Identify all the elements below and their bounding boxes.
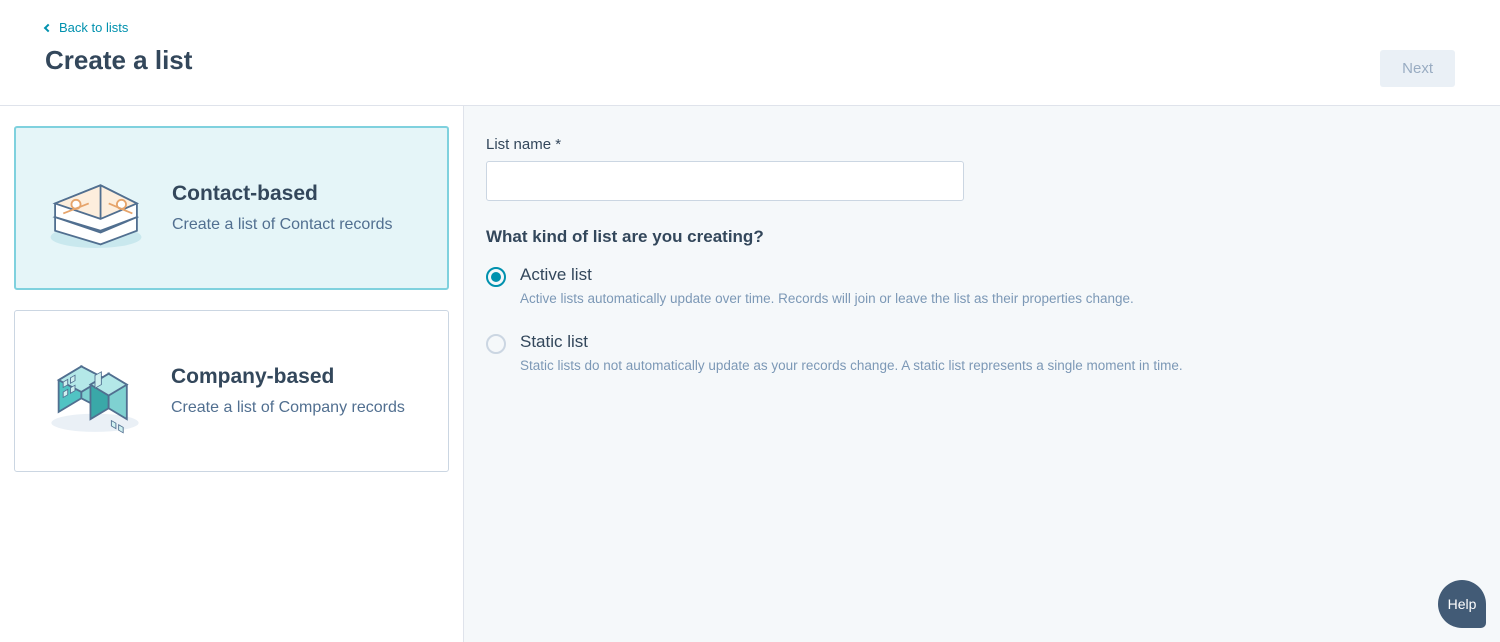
static-list-radio[interactable]: Static list Static lists do not automati… xyxy=(486,332,1478,373)
active-list-label: Active list xyxy=(520,265,1134,285)
back-link-label: Back to lists xyxy=(59,20,128,35)
main-content: Contact-based Create a list of Contact r… xyxy=(0,106,1500,642)
radio-content: Static list Static lists do not automati… xyxy=(520,332,1183,373)
contact-card-desc: Create a list of Contact records xyxy=(172,216,393,234)
page-header: Back to lists Create a list Next xyxy=(0,0,1500,106)
next-button[interactable]: Next xyxy=(1380,50,1455,87)
radio-inner-dot xyxy=(491,272,501,282)
header-left: Back to lists Create a list xyxy=(45,20,192,76)
radio-icon xyxy=(486,267,506,287)
static-list-desc: Static lists do not automatically update… xyxy=(520,358,1183,373)
active-list-desc: Active lists automatically update over t… xyxy=(520,291,1134,306)
form-panel: List name * What kind of list are you cr… xyxy=(464,106,1500,642)
list-kind-heading: What kind of list are you creating? xyxy=(486,227,1478,247)
list-kind-radio-group: Active list Active lists automatically u… xyxy=(486,265,1478,373)
contact-book-icon xyxy=(46,158,146,258)
chevron-left-icon xyxy=(44,23,52,31)
contact-card-title: Contact-based xyxy=(172,182,393,206)
radio-content: Active list Active lists automatically u… xyxy=(520,265,1134,306)
card-text: Company-based Create a list of Company r… xyxy=(171,365,405,417)
help-button[interactable]: Help xyxy=(1438,580,1486,628)
list-name-label: List name * xyxy=(486,136,1478,153)
radio-icon xyxy=(486,334,506,354)
list-name-input[interactable] xyxy=(486,161,964,201)
card-text: Contact-based Create a list of Contact r… xyxy=(172,182,393,234)
back-to-lists-link[interactable]: Back to lists xyxy=(45,20,192,35)
active-list-radio[interactable]: Active list Active lists automatically u… xyxy=(486,265,1478,306)
static-list-label: Static list xyxy=(520,332,1183,352)
company-card-title: Company-based xyxy=(171,365,405,389)
contact-based-card[interactable]: Contact-based Create a list of Contact r… xyxy=(14,126,449,290)
company-based-card[interactable]: Company-based Create a list of Company r… xyxy=(14,310,449,472)
building-icon xyxy=(45,341,145,441)
list-type-panel: Contact-based Create a list of Contact r… xyxy=(0,106,464,642)
company-card-desc: Create a list of Company records xyxy=(171,399,405,417)
page-title: Create a list xyxy=(45,45,192,76)
